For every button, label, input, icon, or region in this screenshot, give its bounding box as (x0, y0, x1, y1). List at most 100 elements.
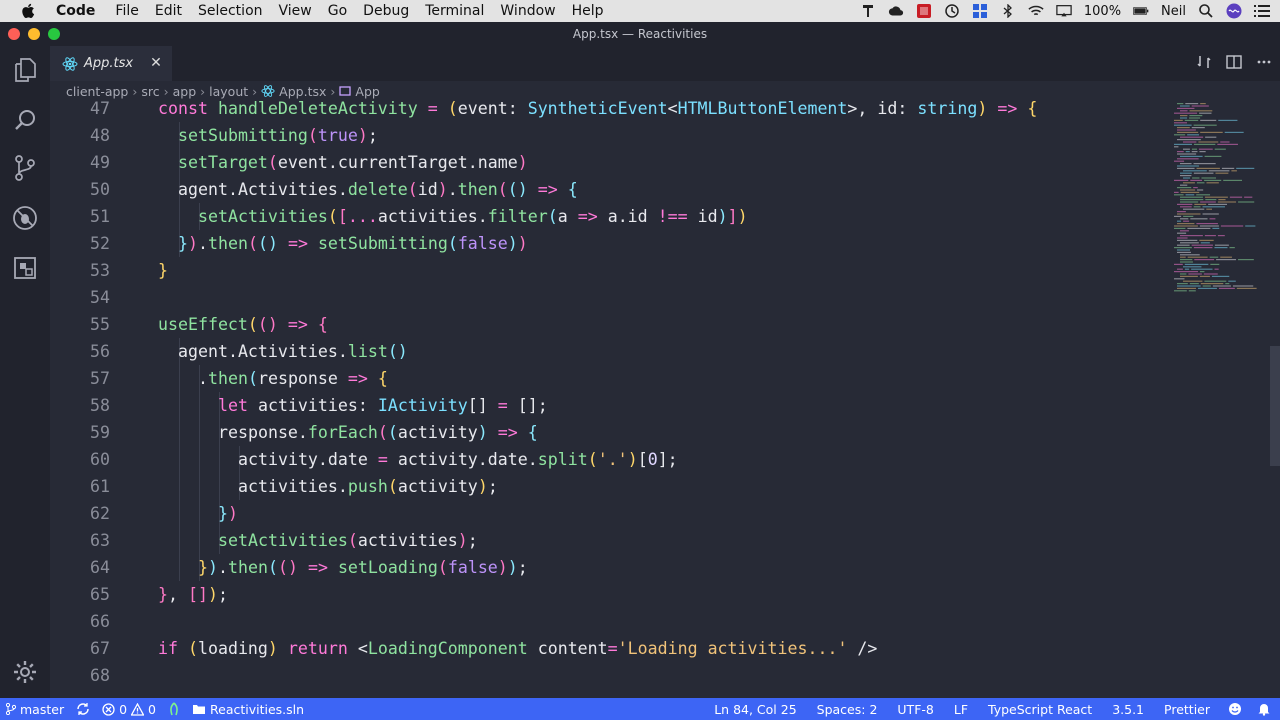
menu-view[interactable]: View (271, 0, 320, 22)
breadcrumb-item[interactable]: App (355, 84, 379, 99)
problems-indicator[interactable]: 0 0 (96, 698, 162, 720)
code-line[interactable]: 52}).then(() => setSubmitting(false)) (50, 230, 1170, 257)
menu-go[interactable]: Go (320, 0, 355, 22)
code-line[interactable]: 50 agent.Activities.delete(id).then(() =>… (50, 176, 1170, 203)
minimap-line (1174, 179, 1189, 181)
code-line[interactable]: 56 agent.Activities.list() (50, 338, 1170, 365)
breadcrumb-item[interactable]: layout (209, 84, 248, 99)
debug-icon[interactable] (0, 194, 50, 242)
breadcrumb-item[interactable]: app (173, 84, 197, 99)
apple-menu-icon[interactable] (0, 3, 56, 19)
indentation[interactable]: Spaces: 2 (807, 698, 888, 720)
code-line[interactable]: 55 useEffect(() => { (50, 311, 1170, 338)
code-line[interactable]: 47 const handleDeleteActivity = (event: S… (50, 101, 1170, 122)
minimap-line (1187, 256, 1208, 258)
breadcrumb-item[interactable]: src (141, 84, 159, 99)
menu-edit[interactable]: Edit (147, 0, 190, 22)
close-window-button[interactable] (8, 28, 20, 40)
siri-icon[interactable] (1226, 3, 1242, 19)
code-line[interactable]: 58 let activities: IActivity[] = []; (50, 392, 1170, 419)
minimap-line (1223, 179, 1243, 181)
grid-app-icon[interactable] (972, 4, 988, 18)
battery-icon[interactable] (1133, 4, 1149, 18)
minimap-line (1177, 139, 1201, 141)
notification-center-icon[interactable] (1254, 4, 1270, 18)
editor-scrollbar[interactable] (1270, 346, 1280, 466)
code-line[interactable]: 49 setTarget(event.currentTarget.name) (50, 149, 1170, 176)
minimap-line (1177, 127, 1190, 129)
split-editor-icon[interactable] (1226, 54, 1242, 74)
code-token: { (527, 423, 538, 442)
search-icon[interactable] (0, 96, 50, 144)
code-line[interactable]: 48 setSubmitting(true); (50, 122, 1170, 149)
menu-terminal[interactable]: Terminal (417, 0, 492, 22)
code-line[interactable]: 61 activities.push(activity); (50, 473, 1170, 500)
tab-close-icon[interactable]: ✕ (148, 55, 164, 71)
code-line[interactable]: 65}, []); (50, 581, 1170, 608)
code-line[interactable]: 67 if (loading) return <LoadingComponent … (50, 635, 1170, 662)
wifi-icon[interactable] (1028, 4, 1044, 18)
minimap-line (1183, 280, 1203, 282)
minimap-line (1187, 227, 1211, 229)
end-of-line[interactable]: LF (944, 698, 978, 720)
menu-debug[interactable]: Debug (355, 0, 417, 22)
menu-file[interactable]: File (107, 0, 146, 22)
live-share-icon[interactable] (162, 698, 186, 720)
settings-gear-icon[interactable] (0, 648, 50, 696)
code-token: () (507, 180, 528, 199)
menu-selection[interactable]: Selection (190, 0, 271, 22)
airplay-icon[interactable] (1056, 4, 1072, 18)
open-changes-icon[interactable] (1196, 54, 1212, 74)
code-line[interactable]: 54 (50, 284, 1170, 311)
code-line[interactable]: 60 activity.date = activity.date.split('.… (50, 446, 1170, 473)
typescript-version[interactable]: 3.5.1 (1102, 698, 1154, 720)
spotlight-search-icon[interactable] (1198, 4, 1214, 18)
minimap-line (1174, 227, 1186, 229)
minimap-line (1180, 201, 1199, 203)
creative-cloud-icon[interactable] (888, 4, 904, 18)
code-token: [] (187, 585, 208, 604)
prettier-status[interactable]: Prettier (1154, 698, 1220, 720)
code-editor[interactable]: 47 const handleDeleteActivity = (event: S… (50, 101, 1280, 698)
pin-icon[interactable] (860, 4, 876, 18)
code-token: ( (307, 126, 318, 145)
code-line[interactable]: 68 (50, 662, 1170, 689)
cursor-position[interactable]: Ln 84, Col 25 (704, 698, 806, 720)
code-line[interactable]: 53} (50, 257, 1170, 284)
extensions-icon[interactable] (0, 244, 50, 292)
code-line[interactable]: 66 (50, 608, 1170, 635)
record-icon[interactable] (916, 4, 932, 18)
more-actions-icon[interactable] (1256, 54, 1272, 74)
menu-window[interactable]: Window (492, 0, 563, 22)
menu-app-name[interactable]: Code (56, 0, 107, 22)
code-line[interactable]: 63 setActivities(activities); (50, 527, 1170, 554)
explorer-icon[interactable] (0, 46, 50, 94)
minimize-window-button[interactable] (28, 28, 40, 40)
file-encoding[interactable]: UTF-8 (887, 698, 943, 720)
notifications-bell-icon[interactable] (1250, 698, 1280, 720)
zoom-window-button[interactable] (48, 28, 60, 40)
code-line[interactable]: 57 .then(response => { (50, 365, 1170, 392)
menu-help[interactable]: Help (564, 0, 612, 22)
code-line[interactable]: 59 response.forEach((activity) => { (50, 419, 1170, 446)
minimap-line (1191, 127, 1205, 129)
minimap-line (1204, 280, 1227, 282)
code-line[interactable]: 64}).then(() => setLoading(false)); (50, 554, 1170, 581)
breadcrumb-item[interactable]: App.tsx (279, 84, 326, 99)
language-mode[interactable]: TypeScript React (978, 698, 1102, 720)
sync-icon[interactable] (70, 698, 96, 720)
tab-app-tsx[interactable]: App.tsx ✕ (50, 46, 172, 81)
bluetooth-icon[interactable] (1000, 4, 1016, 18)
minimap[interactable] (1172, 101, 1262, 301)
indent-guide (199, 500, 200, 527)
time-machine-icon[interactable] (944, 4, 960, 18)
breadcrumb-item[interactable]: client-app (66, 84, 128, 99)
code-line[interactable]: 51 setActivities([...activities.filter(a … (50, 203, 1170, 230)
user-name[interactable]: Neil (1161, 4, 1186, 19)
git-branch[interactable]: master (0, 698, 70, 720)
feedback-smiley-icon[interactable] (1220, 698, 1250, 720)
solution-indicator[interactable]: Reactivities.sln (186, 698, 310, 720)
code-line[interactable]: 62}) (50, 500, 1170, 527)
source-control-icon[interactable] (0, 144, 50, 192)
code-token: activity.date (238, 450, 368, 469)
